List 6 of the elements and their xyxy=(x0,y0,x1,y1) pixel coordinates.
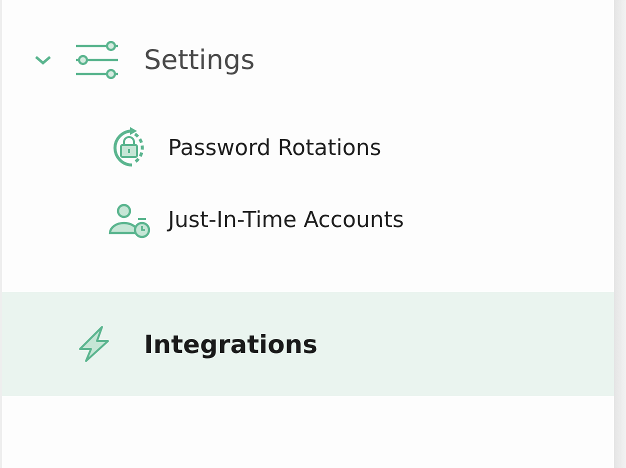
sliders-icon xyxy=(74,41,120,79)
nav-item[interactable]: Password Rotations xyxy=(2,112,614,184)
nav-item[interactable]: Settings xyxy=(2,20,614,100)
chevron-icon[interactable] xyxy=(34,54,52,66)
nav-item[interactable]: Just-In-Time Accounts xyxy=(2,184,614,256)
nav-item[interactable]: Integrations xyxy=(2,292,614,396)
